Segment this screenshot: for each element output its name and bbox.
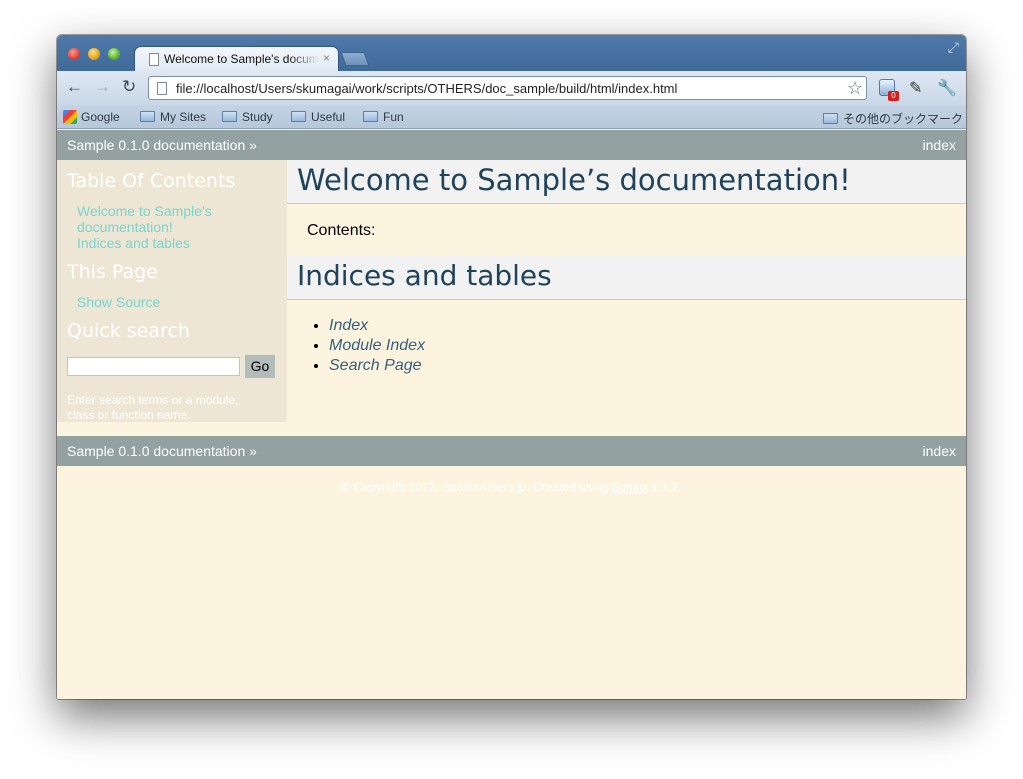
quick-search-heading: Quick search — [67, 320, 190, 342]
forward-arrow-icon[interactable]: → — [94, 78, 111, 96]
bookmark-star-icon[interactable]: ☆ — [847, 78, 863, 99]
toolbar: ← → ↻ file://localhost/Users/skumagai/wo… — [57, 71, 966, 105]
index-link[interactable]: index — [923, 137, 956, 153]
browser-tab[interactable]: Welcome to Sample's documentation! × — [134, 46, 339, 72]
tab-title: Welcome to Sample's documentation! — [164, 52, 319, 66]
version-text: 1.1.2. — [648, 480, 682, 494]
indices-list: Index Module Index Search Page — [329, 317, 425, 377]
bookmark-label: Useful — [311, 110, 346, 124]
copyright-text: © Copyright 2012, Sphinx-Users.jp. Creat… — [341, 480, 612, 494]
toc-link-indices[interactable]: Indices and tables — [77, 235, 190, 251]
tab-strip: Welcome to Sample's documentation! × ⤢ — [57, 35, 966, 72]
google-icon — [63, 110, 77, 124]
url-text[interactable]: file://localhost/Users/skumagai/work/scr… — [176, 81, 677, 96]
page-title-bar: Welcome to Sample’s documentation! — [287, 160, 966, 204]
tab-close-icon[interactable]: × — [323, 51, 330, 65]
bookmark-folder-my-sites[interactable]: My Sites — [140, 110, 206, 124]
close-window-button[interactable] — [68, 48, 80, 60]
folder-icon — [140, 111, 155, 122]
folder-icon — [291, 111, 306, 122]
toc-link-welcome[interactable]: Welcome to Sample's documentation! — [77, 203, 247, 235]
footer: © Copyright 2012, Sphinx-Users.jp. Creat… — [57, 480, 966, 494]
list-item: Module Index — [329, 337, 425, 357]
search-input[interactable] — [67, 357, 240, 376]
show-source-link[interactable]: Show Source — [77, 294, 160, 310]
search-page-link[interactable]: Search Page — [329, 357, 422, 374]
back-arrow-icon[interactable]: ← — [66, 78, 83, 96]
fullscreen-icon[interactable]: ⤢ — [948, 39, 959, 56]
index-page-link[interactable]: Index — [329, 317, 368, 334]
home-link[interactable]: Sample 0.1.0 documentation » — [67, 137, 257, 153]
search-hint: Enter search terms or a module, class or… — [67, 393, 239, 422]
bookmark-label: Fun — [383, 110, 404, 124]
page-icon — [157, 82, 167, 95]
browser-window: Welcome to Sample's documentation! × ⤢ ←… — [57, 35, 966, 699]
folder-icon — [363, 111, 378, 122]
top-related-bar: Sample 0.1.0 documentation » index — [57, 130, 966, 160]
bookmark-bar: Google My Sites Study Useful Fun その他のブック… — [57, 105, 966, 129]
address-bar[interactable]: file://localhost/Users/skumagai/work/scr… — [148, 76, 867, 100]
minimize-window-button[interactable] — [88, 48, 100, 60]
extension-badge: 0 — [888, 91, 899, 101]
list-item: Index — [329, 317, 425, 337]
other-bookmarks-folder[interactable]: その他のブックマーク — [823, 110, 963, 127]
folder-icon — [823, 113, 838, 124]
list-item: Search Page — [329, 357, 425, 377]
page-icon — [149, 53, 159, 66]
bookmark-folder-useful[interactable]: Useful — [291, 110, 345, 124]
page-title: Welcome to Sample’s documentation! — [297, 163, 851, 197]
bookmark-label: My Sites — [160, 110, 207, 124]
contents-label: Contents: — [307, 222, 376, 239]
indices-heading-bar: Indices and tables — [287, 256, 966, 300]
toc-heading: Table Of Contents — [67, 170, 236, 192]
index-link[interactable]: index — [923, 443, 956, 459]
home-link[interactable]: Sample 0.1.0 documentation » — [67, 443, 257, 459]
page-content: Sample 0.1.0 documentation » index Table… — [57, 130, 966, 699]
puzzle-icon[interactable]: ✎ — [909, 78, 922, 98]
bookmark-folder-study[interactable]: Study — [222, 110, 273, 124]
bookmark-folder-fun[interactable]: Fun — [363, 110, 404, 124]
new-tab-button[interactable] — [340, 52, 370, 66]
go-button[interactable]: Go — [245, 355, 275, 378]
this-page-heading: This Page — [67, 261, 158, 283]
module-index-link[interactable]: Module Index — [329, 337, 425, 354]
bottom-related-bar: Sample 0.1.0 documentation » index — [57, 436, 966, 466]
main-body: Welcome to Sample’s documentation! Conte… — [287, 160, 966, 422]
bookmark-label: Study — [242, 110, 273, 124]
sidebar: Table Of Contents Welcome to Sample's do… — [57, 160, 287, 422]
indices-heading: Indices and tables — [297, 259, 552, 292]
bookmark-label: Google — [81, 110, 120, 124]
wrench-icon[interactable]: 🔧 — [937, 78, 957, 98]
reload-icon[interactable]: ↻ — [122, 78, 136, 96]
bookmark-label: その他のブックマーク — [843, 112, 964, 126]
sphinx-link[interactable]: Sphinx — [611, 480, 648, 494]
folder-icon — [222, 111, 237, 122]
bookmark-google[interactable]: Google — [63, 110, 120, 124]
zoom-window-button[interactable] — [108, 48, 120, 60]
